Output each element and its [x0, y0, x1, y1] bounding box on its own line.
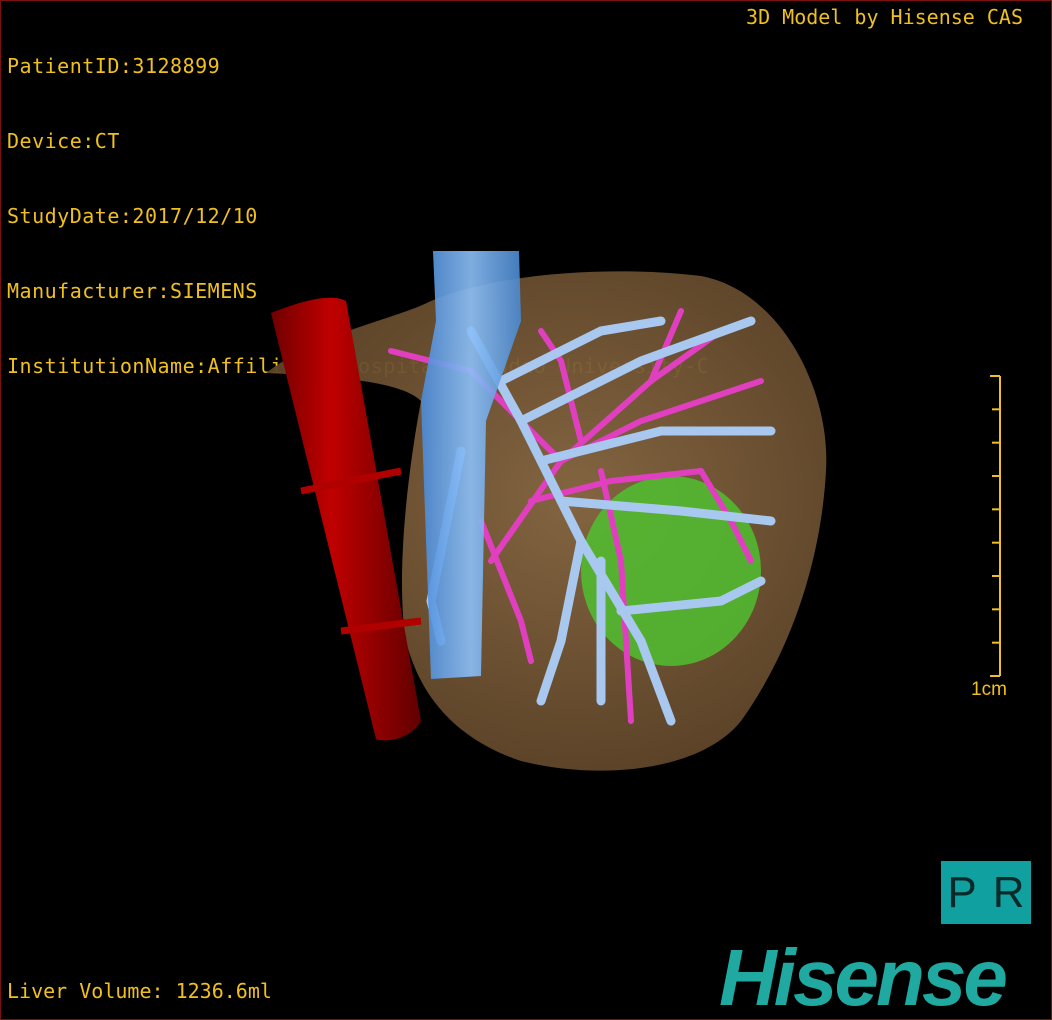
scale-bar-label: 1cm — [971, 679, 1007, 700]
orientation-indicator[interactable]: P R — [941, 861, 1031, 924]
hisense-logo: Hisense — [719, 933, 1008, 1020]
liver-3d-model[interactable] — [1, 1, 1051, 1019]
scale-bar — [990, 375, 1001, 677]
liver-volume: Liver Volume: 1236.6ml — [7, 979, 272, 1003]
orientation-right: R — [992, 867, 1025, 917]
3d-viewer[interactable]: PatientID:3128899 Device:CT StudyDate:20… — [0, 0, 1052, 1020]
orientation-posterior: P — [947, 867, 977, 917]
